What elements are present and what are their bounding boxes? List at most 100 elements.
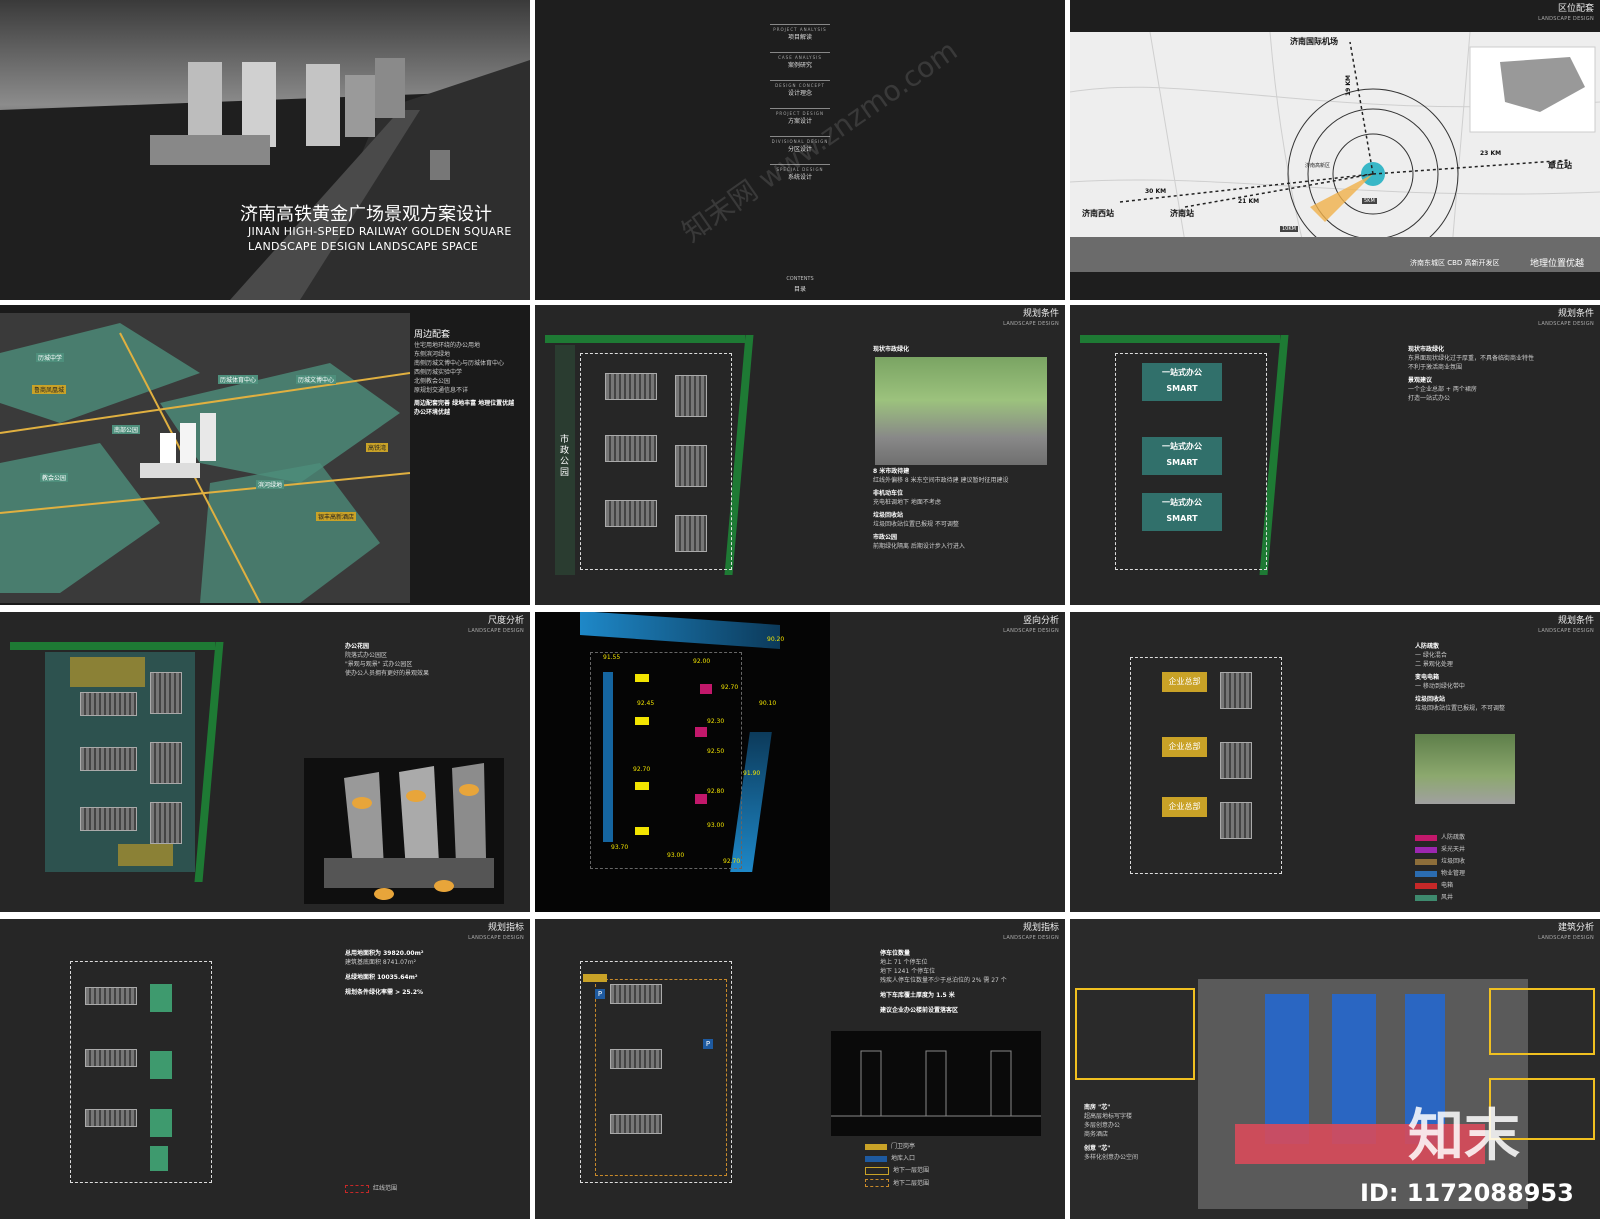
hq-block[interactable]: 企业总部 <box>1162 672 1207 692</box>
planning-notes: 现状市政绿化 <box>873 346 910 353</box>
elev-label: 92.80 <box>707 788 725 795</box>
building <box>1220 742 1252 779</box>
building <box>150 802 182 844</box>
green-area <box>150 1146 168 1171</box>
gate-tag <box>583 974 607 982</box>
slide-title: 规划指标 <box>1022 923 1059 933</box>
menu-item[interactable]: PROJECT DESIGN 方案设计 <box>770 108 830 136</box>
legend-item: 地下一层范围 <box>865 1165 929 1175</box>
slide-elevation[interactable]: 竖向分析 LANDSCAPE DESIGN 90.20 91.55 92.00 9… <box>535 612 1065 912</box>
label-21km: 21 KM <box>1238 198 1260 205</box>
label-23km: 23 KM <box>1480 150 1502 157</box>
elev-label: 93.00 <box>667 852 685 859</box>
slide-contents[interactable]: PROJECT ANALYSIS 项目解读 CASE ANALYSIS 案例研究… <box>535 0 1065 300</box>
green-area <box>150 984 172 1012</box>
green-strip-top <box>545 335 745 343</box>
slide-scale[interactable]: 尺度分析 LANDSCAPE DESIGN 办公花园 院落式办公园区 "景观与观景… <box>0 612 530 912</box>
label-10km: 10KM <box>1280 226 1298 232</box>
site-photo <box>875 357 1047 465</box>
yellow-marker <box>635 827 649 835</box>
slide-planning-1[interactable]: 规划条件 LANDSCAPE DESIGN 市政公园 现状市政绿化 8 米市政待建… <box>535 305 1065 605</box>
green-area <box>150 1051 172 1079</box>
hq-block[interactable]: 企业总部 <box>1162 797 1207 817</box>
yellow-marker <box>635 782 649 790</box>
scale-notes: 办公花园 院落式办公园区 "景观与观景" 式办公园区 使办公人员拥有更好的景观效… <box>345 643 430 677</box>
slide-subtitle: LANDSCAPE DESIGN <box>1538 628 1594 634</box>
park-label: 市政公园 <box>560 435 570 478</box>
elev-label: 92.30 <box>707 718 725 725</box>
green-area <box>150 1109 172 1137</box>
slide-subtitle: LANDSCAPE DESIGN <box>1003 321 1059 327</box>
label-airport: 济南国际机场 <box>1290 37 1338 46</box>
menu-item[interactable]: PROJECT ANALYSIS 项目解读 <box>770 24 830 52</box>
site-photo <box>1415 734 1515 804</box>
legend-item: 采光天井 <box>1415 844 1465 853</box>
slide-indicators-1[interactable]: 规划指标 LANDSCAPE DESIGN 总用地面积为 39820.00m² 建… <box>0 919 530 1219</box>
smart-office-block[interactable]: 一站式办公 SMART <box>1142 437 1222 475</box>
green-strip-right <box>194 642 224 882</box>
legend-item: 地库入口 <box>865 1153 929 1162</box>
menu-item[interactable]: DESIGN CONCEPT 设计理念 <box>770 80 830 108</box>
surroundings-heading: 周边配套 <box>414 330 451 340</box>
slide-subtitle: LANDSCAPE DESIGN <box>1003 628 1059 634</box>
map-label: 滨河绿地 <box>256 480 285 489</box>
building <box>80 692 137 716</box>
legend-item: 垃圾回收 <box>1415 856 1465 865</box>
label-19km: 19 KM <box>1345 74 1353 97</box>
building <box>610 1049 662 1069</box>
parking-p-icon: P <box>595 989 605 999</box>
elev-label: 90.10 <box>759 700 777 707</box>
map-label: 历城文博中心 <box>296 375 337 384</box>
hq-block[interactable]: 企业总部 <box>1162 737 1207 757</box>
legend-item: 地下二层范围 <box>865 1178 929 1187</box>
menu-item[interactable]: DIVISIONAL DESIGN 分区设计 <box>770 136 830 164</box>
building <box>80 807 137 831</box>
slide-cover[interactable]: 济南高铁黄金广场景观方案设计 JINAN HIGH-SPEED RAILWAY … <box>0 0 530 300</box>
building <box>675 515 707 552</box>
slide-title: 规划条件 <box>1557 309 1594 319</box>
bottom-small: 济南东城区 CBD 高新开发区 <box>1410 259 1500 267</box>
slide-title: 竖向分析 <box>1022 616 1059 626</box>
menu-item[interactable]: SPECIAL DESIGN 系统设计 <box>770 164 830 192</box>
smart-office-block[interactable]: 一站式办公 SMART <box>1142 493 1222 531</box>
slide-title: 尺度分析 <box>487 616 524 626</box>
slide-subtitle: LANDSCAPE DESIGN <box>1538 321 1594 327</box>
elev-label: 92.50 <box>707 748 725 755</box>
map-label: 高铁湾 <box>366 443 389 452</box>
parking-p-icon: P <box>703 1039 713 1049</box>
slide-subtitle: LANDSCAPE DESIGN <box>468 628 524 634</box>
green-strip-top <box>10 642 215 650</box>
watermark-logo: 知末 <box>1408 1104 1520 1169</box>
parking-notes: 停车位数量 地上 71 个停车位 地下 1241 个停车位 残疾人停车位数量不少… <box>880 950 1007 1014</box>
building <box>150 672 182 714</box>
site-plan <box>590 652 742 869</box>
cover-title-en-1: JINAN HIGH-SPEED RAILWAY GOLDEN SQUARE <box>248 225 512 238</box>
map-label: 银丰高新酒店 <box>316 512 357 521</box>
legend: 人防疏散 采光天井 垃圾回收 物业管理 电箱 风井 <box>1415 832 1465 901</box>
slide-title: 规划条件 <box>1557 616 1594 626</box>
elev-label: 93.00 <box>707 822 725 829</box>
cover-title-cn: 济南高铁黄金广场景观方案设计 <box>240 204 492 225</box>
map-label: 历城体育中心 <box>218 375 259 384</box>
legend-item: 人防疏散 <box>1415 832 1465 841</box>
slide-indicators-2[interactable]: 规划指标 LANDSCAPE DESIGN P P 停车位数量 地上 71 个停车… <box>535 919 1065 1219</box>
building <box>85 987 137 1005</box>
image-id: ID: 1172088953 <box>1360 1179 1574 1207</box>
architecture-notes: 南房 "芯" 超高层地标写字楼 多层创意办公 商务酒店 创意 "芯" 多样化创意… <box>1084 1104 1139 1161</box>
slide-subtitle: LANDSCAPE DESIGN <box>1538 16 1594 22</box>
slide-planning-3[interactable]: 规划条件 LANDSCAPE DESIGN 企业总部 企业总部 企业总部 人防疏散… <box>1070 612 1600 912</box>
label-west: 济南西站 <box>1082 209 1114 218</box>
slide-location[interactable]: 区位配套 LANDSCAPE DESIGN 济南国际机场 济南西站 济南站 章丘站… <box>1070 0 1600 300</box>
smart-office-block[interactable]: 一站式办公 SMART <box>1142 363 1222 401</box>
cover-title-en-2: LANDSCAPE DESIGN LANDSCAPE SPACE <box>248 240 479 253</box>
slide-planning-2[interactable]: 规划条件 LANDSCAPE DESIGN 一站式办公 SMART 一站式办公 SMA… <box>1070 305 1600 605</box>
label-5km: 5KM <box>1362 198 1377 204</box>
elev-label: 91.90 <box>743 770 761 777</box>
menu-item[interactable]: CASE ANALYSIS 案例研究 <box>770 52 830 80</box>
bottom-big: 地理位置优越 <box>1530 259 1585 269</box>
building <box>85 1109 137 1127</box>
building <box>80 747 137 771</box>
slide-surroundings[interactable]: 历城中学 鲁商凤凰城 历城体育中心 历城文博中心 教会公园 南部公园 滨河绿地 … <box>0 305 530 605</box>
slide-architecture[interactable]: 建筑分析 LANDSCAPE DESIGN 南房 "芯" 超高层地标写字楼 多层创… <box>1070 919 1600 1219</box>
map-label: 南部公园 <box>112 425 141 434</box>
